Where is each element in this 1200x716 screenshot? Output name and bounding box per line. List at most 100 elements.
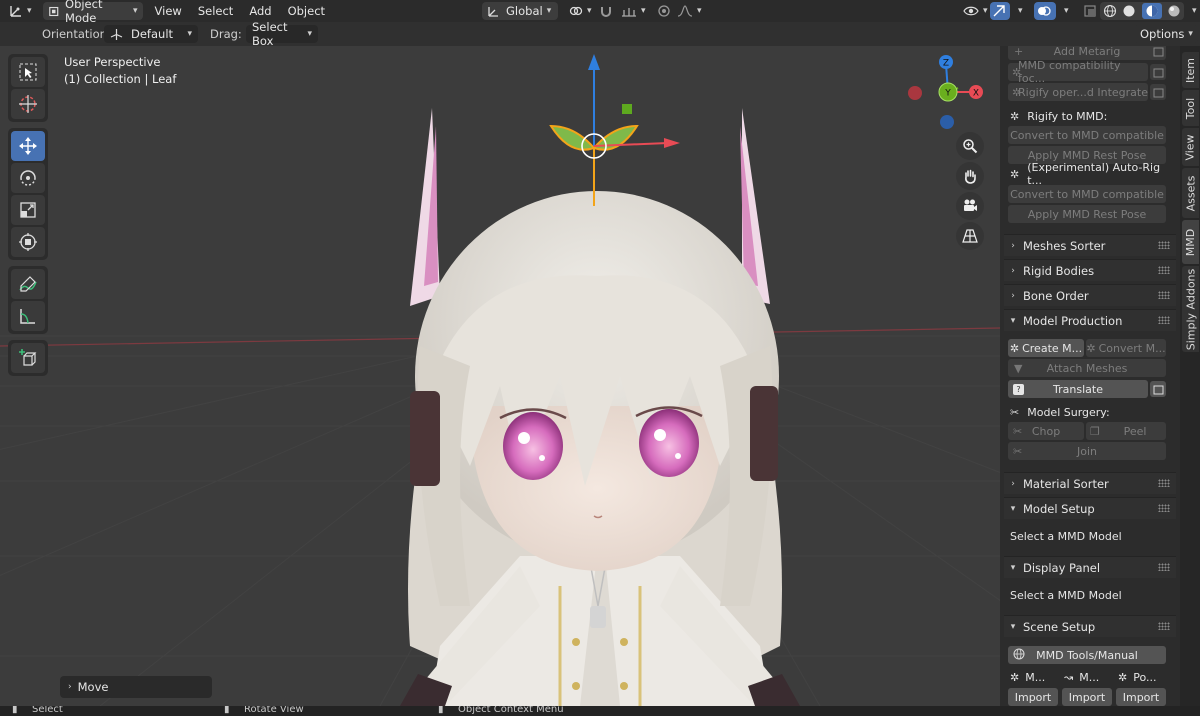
mode-dropdown[interactable]: Object Mode ▾ — [42, 0, 143, 25]
peel-button[interactable]: ❐ Peel — [1086, 422, 1166, 440]
copy-button[interactable] — [1150, 64, 1166, 80]
mmd-compatibility-button[interactable]: ✲ MMD compatibility foc... — [1008, 59, 1148, 85]
tool-group-transform — [8, 128, 48, 260]
drag-dropdown[interactable]: Select Box ▾ — [246, 20, 318, 48]
add-metarig-button[interactable]: + Add Metarig — [1008, 46, 1166, 60]
tools-manual-label: MMD Tools/Manual — [1036, 648, 1138, 662]
drag-handle-icon[interactable] — [1158, 563, 1170, 571]
falloff-button[interactable]: ▾ — [672, 2, 707, 20]
panel-scene-setup[interactable]: ▾ Scene Setup — [1004, 615, 1176, 637]
3d-viewport[interactable]: User Perspective (1) Collection | Leaf Z… — [0, 46, 1000, 706]
panel-bone-order[interactable]: › Bone Order — [1004, 284, 1176, 306]
tab-tool[interactable]: Tool — [1182, 90, 1199, 126]
drag-handle-icon[interactable] — [1158, 266, 1170, 274]
copy-button[interactable] — [1150, 381, 1166, 397]
drag-handle-icon[interactable] — [1158, 291, 1170, 299]
pose-icon: ✲ — [1118, 670, 1128, 684]
transform-orientation-dropdown[interactable]: Global ▾ — [482, 2, 558, 20]
mmd-tools-manual-button[interactable]: MMD Tools/Manual — [1008, 646, 1166, 664]
drag-handle-icon[interactable] — [1158, 316, 1170, 324]
overlay-toggle-button[interactable] — [1034, 2, 1056, 20]
annotate-tool[interactable] — [11, 269, 45, 299]
material-shading-button[interactable] — [1141, 3, 1162, 19]
pivot-icon — [569, 6, 583, 16]
pivot-point-button[interactable]: ▾ — [564, 2, 597, 20]
options-dropdown[interactable]: Options ▾ — [1134, 25, 1198, 43]
chevron-down-icon[interactable]: ▾ — [1192, 6, 1197, 16]
panel-meshes-sorter[interactable]: › Meshes Sorter — [1004, 234, 1176, 256]
transform-tool[interactable] — [11, 227, 45, 257]
orientation-dropdown[interactable]: Default ▾ — [104, 25, 198, 43]
join-button[interactable]: ✂ Join — [1008, 442, 1166, 460]
import-model-button[interactable]: Import — [1008, 688, 1058, 706]
drag-handle-icon[interactable] — [1158, 504, 1170, 512]
tab-mmd[interactable]: MMD — [1182, 220, 1199, 264]
menu-object[interactable]: Object — [280, 4, 333, 18]
material-shading-icon — [1146, 5, 1158, 17]
import-motion-button[interactable]: Import — [1062, 688, 1112, 706]
translate-button[interactable]: ? Translate — [1008, 380, 1148, 398]
tab-item[interactable]: Item — [1182, 52, 1199, 88]
panel-title: Display Panel — [1023, 560, 1101, 575]
last-operator-panel[interactable]: › Move — [60, 676, 212, 698]
tab-view[interactable]: View — [1182, 128, 1199, 166]
drag-handle-icon[interactable] — [1158, 479, 1170, 487]
menu-select[interactable]: Select — [190, 4, 241, 18]
pan-button[interactable] — [956, 162, 984, 190]
panel-rigid-bodies[interactable]: › Rigid Bodies — [1004, 259, 1176, 281]
model-surgery-label-row: ✂ Model Surgery: — [1008, 403, 1166, 421]
tab-simply-addons[interactable]: Simply Addons — [1182, 266, 1199, 352]
attach-meshes-button[interactable]: ▼ Attach Meshes — [1008, 359, 1166, 377]
overlay-icon — [1038, 6, 1051, 16]
copy-button[interactable] — [1150, 84, 1166, 100]
gizmo-toggle-button[interactable] — [990, 2, 1010, 20]
zoom-button[interactable] — [956, 132, 984, 160]
rigify-integrate-button[interactable]: ✲ Rigify oper...d Integrate — [1008, 83, 1148, 101]
camera-view-button[interactable] — [956, 192, 984, 220]
rendered-shading-icon[interactable] — [1167, 4, 1181, 18]
chevron-down-icon: ▾ — [1010, 621, 1016, 632]
scale-tool[interactable] — [11, 195, 45, 225]
panel-title: Meshes Sorter — [1023, 238, 1106, 253]
wireframe-shading-icon[interactable] — [1103, 4, 1117, 18]
drag-handle-icon[interactable] — [1158, 241, 1170, 249]
cursor-tool[interactable] — [11, 89, 45, 119]
rotate-tool[interactable] — [11, 163, 45, 193]
panel-title: Model Setup — [1023, 501, 1095, 516]
chop-button[interactable]: ✂ Chop — [1008, 422, 1084, 440]
tab-label: Item — [1184, 57, 1198, 83]
visibility-button[interactable]: ▾ — [958, 2, 993, 20]
select-box-tool[interactable] — [11, 57, 45, 87]
convert-to-mmd-button-2[interactable]: Convert to MMD compatible — [1008, 185, 1166, 203]
chevron-down-icon[interactable]: ▾ — [1064, 6, 1069, 16]
copy-button[interactable] — [1150, 46, 1166, 59]
convert-to-mmd-button[interactable]: Convert to MMD compatible — [1008, 126, 1166, 144]
perspective-toggle-button[interactable] — [956, 222, 984, 250]
editor-type-button[interactable]: ▾ — [4, 2, 37, 20]
drag-handle-icon[interactable] — [1158, 622, 1170, 630]
xray-toggle-button[interactable] — [1078, 2, 1102, 20]
chevron-down-icon[interactable]: ▾ — [1018, 6, 1023, 16]
add-cube-tool[interactable] — [11, 343, 45, 373]
panel-model-production[interactable]: ▾ Model Production — [1004, 309, 1176, 331]
apply-rest-pose-button-2[interactable]: Apply MMD Rest Pose — [1008, 205, 1166, 223]
tool-group-add — [8, 340, 48, 376]
import-pose-button[interactable]: Import — [1116, 688, 1166, 706]
tab-assets[interactable]: Assets — [1182, 168, 1199, 218]
panel-model-setup[interactable]: ▾ Model Setup — [1004, 497, 1176, 519]
measure-tool[interactable] — [11, 301, 45, 331]
create-model-button[interactable]: ✲ Create M... — [1008, 339, 1084, 357]
snap-button[interactable] — [594, 2, 618, 20]
convert-model-label: Convert M... — [1098, 341, 1166, 355]
convert-model-button[interactable]: ✲ Convert M... — [1086, 339, 1166, 357]
viewport-info: User Perspective (1) Collection | Leaf — [64, 54, 176, 88]
menu-add[interactable]: Add — [241, 4, 279, 18]
navigation-gizmo[interactable]: Z Y X — [900, 52, 1000, 136]
solid-shading-icon[interactable] — [1122, 4, 1136, 18]
panel-material-sorter[interactable]: › Material Sorter — [1004, 472, 1176, 494]
snap-target-button[interactable]: ▾ — [616, 2, 651, 20]
chevron-right-icon: › — [68, 682, 72, 692]
panel-display[interactable]: ▾ Display Panel — [1004, 556, 1176, 578]
menu-view[interactable]: View — [147, 4, 190, 18]
move-tool[interactable] — [11, 131, 45, 161]
